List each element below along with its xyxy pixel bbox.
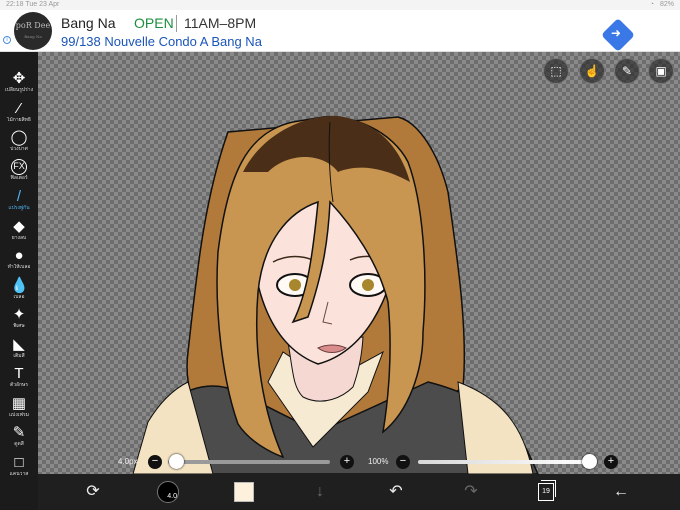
tool-sidebar: ✥ เปลี่ยนรูปร่าง ⁄ ไม้กายสิทธิ์ ◯ บ่วงบาศ FX ฟิ… [0, 52, 38, 510]
lasso-icon: ◯ [10, 129, 28, 146]
ad-address[interactable]: 99/138 Nouvelle Condo A Bang Na [61, 34, 262, 49]
drawing-canvas[interactable] [38, 52, 680, 474]
status-date: Tue 23 Apr [25, 1, 60, 8]
opacity-slider[interactable]: 100% − + [368, 452, 624, 472]
tool-label: ดูดสี [14, 441, 24, 447]
ad-business-name[interactable]: Bang Na [61, 15, 115, 31]
fill-icon: ◣ [13, 335, 25, 353]
ad-logo-subtext: Bang Na [24, 34, 42, 39]
artwork [132, 115, 539, 474]
tool-text[interactable]: T ตัวอักษร [0, 365, 38, 394]
tool-label: พิเศษ [13, 323, 25, 329]
tool-fill[interactable]: ◣ เติมสี [0, 336, 38, 365]
opacity-plus-button[interactable]: + [604, 455, 618, 469]
pen-icon[interactable]: ✎ [614, 58, 640, 84]
size-slider-knob[interactable] [169, 454, 185, 469]
tool-label: เปลี่ยนรูปร่าง [4, 87, 34, 93]
tool-label: เติมสี [13, 352, 25, 359]
eyedropper-icon: ✎ [12, 424, 26, 441]
selection-icon[interactable]: ⬚ [543, 58, 569, 84]
tool-label: แปรงพู่กัน [8, 205, 30, 211]
ad-logo-text: poR Dee [15, 21, 51, 30]
tool-eyedropper[interactable]: ✎ ดูดสี [0, 424, 38, 453]
tool-label: ทำให้เบลอ [7, 264, 31, 270]
frame-divider-icon: ▦ [11, 394, 27, 412]
back-icon[interactable]: ← [609, 480, 633, 504]
tool-filter[interactable]: FX ฟิลเตอร์ [0, 158, 38, 188]
opacity-minus-button[interactable]: − [396, 455, 410, 469]
eraser-icon: ◆ [13, 217, 25, 235]
tool-label: แคนวาส [9, 470, 29, 477]
brush-icon: / [16, 188, 22, 205]
status-battery: 82% [659, 1, 674, 8]
ad-open-status: OPEN [134, 15, 174, 31]
brush-size-value: 4.0px [118, 457, 138, 466]
wifi-icon: ◔ [649, 1, 654, 8]
tool-brush[interactable]: / แปรงพู่กัน [0, 188, 38, 217]
ad-logo[interactable]: poR Dee Bang Na [14, 12, 52, 50]
text-icon: T [14, 365, 24, 382]
size-plus-button[interactable]: + [340, 455, 354, 469]
iris-right [362, 279, 374, 291]
tool-magic-wand[interactable]: ⁄ ไม้กายสิทธิ์ [0, 100, 38, 129]
bottom-toolbar: ⟳ 4.0 ↓ ↶ ↷ 19 ← [38, 474, 680, 510]
tool-frame-divider[interactable]: ▦ แบ่งเฟรม [0, 395, 38, 424]
filter-icon: FX [11, 158, 27, 175]
tool-label: เบลอ [13, 293, 25, 300]
tool-label: ไม้กายสิทธิ์ [7, 116, 31, 123]
layer-count: 19 [542, 488, 550, 495]
status-bar: 22:18 Tue 23 Apr ◔ 82% [0, 0, 680, 10]
tool-label: ยางลบ [11, 234, 27, 241]
tool-special[interactable]: ✦ พิเศษ [0, 306, 38, 335]
tool-canvas[interactable]: □ แคนวาส [0, 454, 38, 483]
app-root: 22:18 Tue 23 Apr ◔ 82% i poR Dee Bang Na… [0, 0, 680, 510]
brush-size-slider[interactable]: 4.0px − + [118, 452, 358, 472]
brush-size-label: 4.0 [167, 493, 177, 500]
color-swatch-icon[interactable] [234, 482, 254, 502]
ad-separator [176, 15, 177, 32]
hand-icon[interactable]: ☝ [579, 58, 605, 84]
size-minus-button[interactable]: − [148, 455, 162, 469]
tool-label: แบ่งเฟรม [8, 411, 30, 418]
redo-icon[interactable]: ↷ [459, 480, 483, 504]
size-track[interactable] [168, 460, 330, 464]
tool-label: บ่วงบาศ [10, 146, 28, 152]
tool-transform[interactable]: ✥ เปลี่ยนรูปร่าง [0, 70, 38, 99]
undo-icon[interactable]: ↶ [384, 480, 408, 504]
ad-hours: 11AM–8PM [184, 15, 257, 31]
tool-lasso[interactable]: ◯ บ่วงบาศ [0, 129, 38, 158]
status-time: 22:18 [6, 1, 24, 8]
download-icon[interactable]: ↓ [308, 480, 332, 504]
tool-label: ฟิลเตอร์ [10, 174, 28, 181]
brush-preview-icon[interactable]: 4.0 [157, 481, 179, 503]
canvas-icon: □ [14, 453, 24, 471]
layers-icon[interactable]: 19 [538, 480, 556, 501]
special-icon: ✦ [12, 306, 26, 323]
info-icon[interactable]: i [3, 36, 11, 44]
tool-label: ตัวอักษร [9, 382, 29, 388]
tool-smudge[interactable]: ● ทำให้เบลอ [0, 247, 38, 276]
transform-icon: ✥ [12, 70, 26, 87]
blur-icon: 💧 [10, 276, 29, 294]
directions-icon[interactable]: ➜ [601, 18, 635, 52]
opacity-track[interactable] [418, 460, 590, 464]
magic-wand-icon: ⁄ [17, 99, 21, 117]
tool-blur[interactable]: 💧 เบลอ [0, 277, 38, 306]
tool-eraser[interactable]: ◆ ยางลบ [0, 218, 38, 247]
opacity-value: 100% [368, 457, 389, 466]
ad-banner[interactable]: i poR Dee Bang Na Bang Na OPEN 11AM–8PM … [0, 10, 680, 52]
image-icon[interactable]: ▣ [648, 58, 674, 84]
transform-mini-icon[interactable]: ⟳ [81, 480, 105, 504]
opacity-slider-knob[interactable] [582, 454, 597, 469]
iris-left [289, 279, 301, 291]
smudge-icon: ● [14, 247, 24, 264]
